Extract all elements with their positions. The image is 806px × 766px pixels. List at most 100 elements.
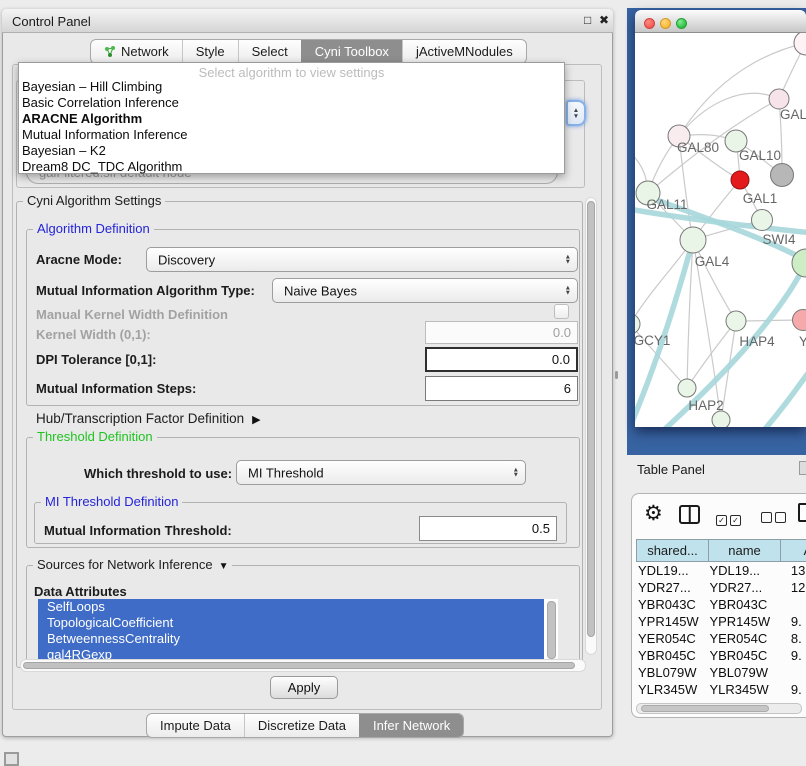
tab-jactivemnodules[interactable]: jActiveMNodules — [402, 40, 526, 63]
network-graph[interactable]: GALGAL80GAL10GAL1GAL11SWI4GAL4GCY1HAP4YH… — [635, 33, 806, 427]
algorithm-dropdown-hint: Select algorithm to view settings — [19, 65, 564, 79]
apply-button[interactable]: Apply — [270, 676, 338, 699]
aracne-mode-combobox[interactable]: Discovery ▲▼ — [146, 247, 578, 272]
network-node[interactable] — [680, 227, 706, 253]
zoom-traffic-icon[interactable] — [676, 18, 687, 29]
table-row[interactable]: YBL079WYBL079W — [636, 664, 806, 681]
horizontal-scrollbar-thumb[interactable] — [23, 662, 575, 669]
network-node[interactable] — [794, 33, 806, 55]
network-node[interactable] — [712, 411, 730, 427]
mi-steps-field[interactable]: 6 — [425, 376, 578, 401]
table-horizontal-scrollbar[interactable] — [636, 703, 802, 714]
network-edge-highlighted — [765, 369, 806, 427]
dpi-tolerance-field[interactable]: 0.0 — [425, 347, 578, 372]
network-node[interactable] — [678, 379, 696, 397]
manual-kernel-width-label: Manual Kernel Width Definition — [36, 307, 228, 322]
table-row[interactable]: YLR345WYLR345W9. — [636, 681, 806, 697]
algorithm-combobox-fragment[interactable]: ▲▼ — [566, 100, 586, 126]
table-row[interactable]: YBR043CYBR043C — [636, 596, 806, 613]
network-canvas[interactable]: GALGAL80GAL10GAL1GAL11SWI4GAL4GCY1HAP4YH… — [635, 33, 806, 427]
table-row[interactable]: YDR27...YDR27...12 — [636, 579, 806, 596]
mi-algorithm-type-combobox[interactable]: Naive Bayes ▲▼ — [272, 278, 578, 303]
table-cell: 12 — [778, 580, 806, 595]
minimized-panel-icon[interactable] — [4, 752, 19, 766]
tab-discretize-data[interactable]: Discretize Data — [244, 714, 359, 737]
network-node[interactable] — [731, 171, 749, 189]
tab-label: Discretize Data — [258, 718, 346, 733]
collapse-down-icon[interactable]: ▼ — [219, 561, 229, 572]
close-icon[interactable]: ✖ — [599, 13, 609, 27]
settings-vertical-scrollbar[interactable] — [585, 197, 597, 655]
table-row[interactable]: YDL19...YDL19...13 — [636, 562, 806, 579]
gear-icon[interactable]: ⚙ — [644, 501, 663, 526]
float-window-icon[interactable]: □ — [584, 13, 591, 27]
node-label: GAL4 — [695, 254, 730, 269]
node-label: GAL1 — [743, 191, 778, 206]
algorithm-option[interactable]: Bayesian – Hill Climbing — [19, 79, 564, 95]
algorithm-option[interactable]: Dream8 DC_TDC Algorithm — [19, 159, 564, 175]
table-header-cell[interactable]: A — [781, 539, 806, 562]
combobox-spinner-icon: ▲▼ — [565, 285, 571, 296]
network-desktop: GALGAL80GAL10GAL1GAL11SWI4GAL4GCY1HAP4YH… — [627, 8, 806, 455]
network-window-titlebar[interactable] — [635, 10, 806, 33]
network-node[interactable] — [635, 314, 640, 334]
expand-right-icon[interactable]: ▶ — [252, 413, 260, 426]
settings-horizontal-scrollbar[interactable] — [20, 659, 586, 672]
node-label: Y — [799, 334, 806, 349]
table-row[interactable]: YER054CYER054C8. — [636, 630, 806, 647]
network-edge — [635, 240, 693, 324]
algorithm-option[interactable]: Basic Correlation Inference — [19, 95, 564, 111]
table-cell: YBL079W — [636, 665, 707, 680]
new-file-icon[interactable] — [798, 503, 806, 522]
which-threshold-combobox[interactable]: MI Threshold ▲▼ — [236, 460, 526, 485]
kernel-width-label: Kernel Width (0,1): — [36, 327, 151, 342]
mi-threshold-definition-title: MI Threshold Definition — [41, 494, 182, 509]
tab-infer-network[interactable]: Infer Network — [359, 714, 463, 737]
aracne-mode-label: Aracne Mode: — [36, 252, 122, 267]
table-cell: YLR345W — [636, 682, 707, 697]
network-node[interactable] — [769, 89, 789, 109]
table-header-cell[interactable]: shared... — [636, 539, 709, 562]
table-panel-box: ⚙ ✓✓ shared...nameA YDL19...YDL19...13YD… — [631, 493, 806, 718]
unselect-all-columns-icon[interactable] — [761, 510, 789, 528]
attribute-item[interactable]: SelfLoops — [38, 599, 544, 615]
cyni-algorithm-settings-title: Cyni Algorithm Settings — [23, 193, 165, 208]
tab-cyni-toolbox[interactable]: Cyni Toolbox — [301, 40, 402, 63]
minimize-traffic-icon[interactable] — [660, 18, 671, 29]
undock-icon[interactable] — [799, 461, 806, 475]
table-rows: YDL19...YDL19...13YDR27...YDR27...12YBR0… — [636, 562, 806, 697]
mi-threshold-field[interactable]: 0.5 — [419, 516, 557, 541]
table-cell: YBR043C — [707, 597, 777, 612]
tab-style[interactable]: Style — [182, 40, 238, 63]
network-node[interactable] — [726, 311, 746, 331]
table-row[interactable]: YBR045CYBR045C9. — [636, 647, 806, 664]
network-view-window[interactable]: GALGAL80GAL10GAL1GAL11SWI4GAL4GCY1HAP4YH… — [635, 10, 806, 427]
attribute-item[interactable]: BetweennessCentrality — [38, 631, 544, 647]
attribute-item[interactable]: TopologicalCoefficient — [38, 615, 544, 631]
algorithm-option[interactable]: Bayesian – K2 — [19, 143, 564, 159]
hub-definition-row[interactable]: Hub/Transcription Factor Definition▶ — [36, 411, 261, 426]
splitpane-expander[interactable] — [615, 371, 618, 379]
close-traffic-icon[interactable] — [644, 18, 655, 29]
tab-select[interactable]: Select — [238, 40, 301, 63]
kernel-width-field[interactable]: 0.0 — [425, 321, 578, 344]
table-row[interactable]: YPR145WYPR145W9. — [636, 613, 806, 630]
vertical-scrollbar-thumb[interactable] — [587, 201, 595, 637]
algorithm-option[interactable]: Mutual Information Inference — [19, 127, 564, 143]
algorithm-option[interactable]: ARACNE Algorithm — [19, 111, 564, 127]
table-header-cell[interactable]: name — [709, 539, 781, 562]
tab-impute-data[interactable]: Impute Data — [147, 714, 244, 737]
manual-kernel-width-checkbox[interactable] — [554, 304, 569, 319]
table-hscroll-thumb[interactable] — [641, 705, 769, 712]
select-all-columns-icon[interactable]: ✓✓ — [716, 510, 744, 528]
network-node[interactable] — [793, 310, 806, 331]
network-node[interactable] — [771, 164, 794, 187]
network-node[interactable] — [752, 210, 773, 231]
data-attributes-list[interactable]: SelfLoopsTopologicalCoefficientBetweenne… — [38, 599, 558, 664]
attributes-scrollbar[interactable] — [547, 601, 556, 659]
control-panel-titlebar[interactable] — [2, 9, 613, 33]
split-columns-icon[interactable] — [679, 505, 700, 524]
algorithm-definition-title: Algorithm Definition — [33, 221, 154, 236]
table-panel-title: Table Panel — [637, 462, 705, 477]
tab-network[interactable]: Network — [91, 40, 182, 63]
